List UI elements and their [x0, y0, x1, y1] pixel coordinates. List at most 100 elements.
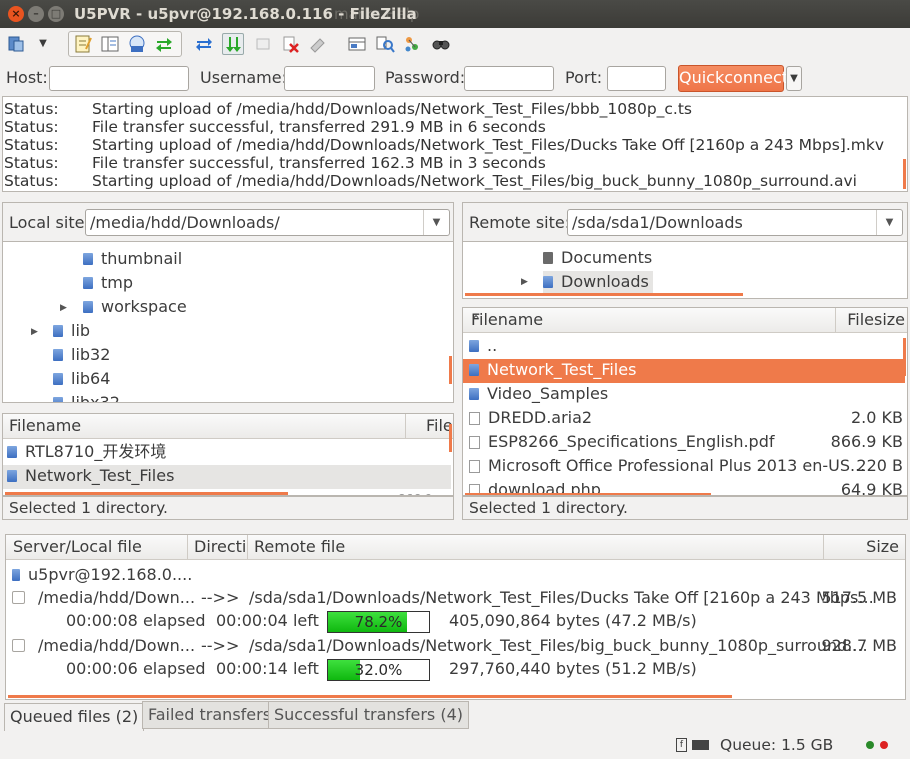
password-input[interactable] [464, 66, 554, 91]
local-file-list[interactable]: Filename File RTL8710_开发环境 Network_Test_… [2, 413, 454, 496]
password-label: Password: [385, 68, 466, 87]
tree-item-selected[interactable]: Downloads [543, 271, 653, 295]
expand-arrow-icon[interactable]: ▶ [31, 327, 38, 337]
send-led-icon [866, 741, 874, 749]
message-log[interactable]: Status: Starting upload of /media/hdd/Dow… [2, 96, 908, 192]
local-column-header: Filename File [3, 414, 453, 439]
log-row: Status: File transfer successful, transfe… [4, 154, 546, 172]
folder-icon [83, 301, 93, 313]
tree-item[interactable]: lib32 [53, 344, 110, 368]
col-remote[interactable]: Remote file [247, 535, 345, 559]
folder-icon [53, 373, 63, 385]
list-item[interactable]: Video_Samples [463, 383, 905, 407]
remote-file-list[interactable]: Filename ⌃ Filesize .. Network_Test_File… [462, 307, 908, 496]
col-server[interactable]: Server/Local file [13, 535, 142, 559]
local-status: Selected 1 directory. [2, 496, 454, 520]
chevron-down-icon[interactable]: ▼ [876, 210, 902, 235]
remote-site-combo[interactable]: /sda/sda1/Downloads ▼ [567, 209, 903, 236]
queue-server-row[interactable]: u5pvr@192.168.0.... [12, 564, 192, 586]
chevron-down-icon[interactable]: ▼ [423, 210, 449, 235]
file-icon [469, 460, 480, 473]
port-input[interactable] [607, 66, 666, 91]
queue-remote-file: /sda/sda1/Downloads/Network_Test_Files/b… [249, 636, 868, 655]
expand-arrow-icon[interactable]: ▶ [521, 277, 528, 287]
toggle-remote-tree-icon[interactable] [126, 33, 148, 55]
tree-item[interactable]: lib [53, 320, 90, 344]
dropdown-arrow-icon[interactable]: ▼ [32, 33, 54, 55]
remote-tree[interactable]: Documents ▶ Downloads [462, 241, 908, 299]
tree-item[interactable]: tmp [83, 272, 133, 296]
col-size[interactable]: Size [823, 535, 905, 559]
col-direction[interactable]: Directio [187, 535, 247, 559]
toggle-local-tree-icon[interactable] [99, 33, 121, 55]
refresh-icon[interactable] [193, 33, 215, 55]
filter-icon[interactable] [346, 33, 368, 55]
col-filesize[interactable]: Filesize [835, 308, 907, 332]
folder-icon [7, 470, 17, 482]
local-tree[interactable]: thumbnail tmp ▶ workspace ▶ lib lib32 li… [2, 241, 454, 403]
close-window-icon[interactable]: × [8, 6, 24, 22]
tree-item[interactable]: Documents [543, 247, 652, 271]
toggle-log-icon[interactable] [72, 33, 94, 55]
toggle-queue-icon[interactable] [153, 33, 175, 55]
queue-bytes: 297,760,440 bytes (51.2 MB/s) [449, 659, 697, 678]
queue-remote-file: /sda/sda1/Downloads/Network_Test_Files/D… [249, 588, 874, 607]
process-queue-icon[interactable] [222, 33, 244, 55]
host-input[interactable] [49, 66, 189, 91]
server-icon [12, 569, 20, 581]
local-site-label: Local site: [9, 213, 90, 232]
tree-item[interactable]: thumbnail [83, 248, 182, 272]
compare-icon[interactable] [374, 33, 396, 55]
minimize-window-icon[interactable]: – [28, 6, 44, 22]
sync-browse-icon[interactable] [401, 33, 423, 55]
list-item[interactable]: Microsoft Office Professional Plus 2013 … [463, 455, 905, 479]
site-manager-icon[interactable] [6, 33, 28, 55]
port-label: Port: [565, 68, 603, 87]
local-hscrollbar[interactable] [5, 492, 288, 495]
filter-status-icon[interactable]: f [676, 738, 687, 752]
list-item[interactable]: DREDD.aria2 2.0 KB [463, 407, 905, 431]
log-row: Status: Starting upload of /media/hdd/Dow… [4, 172, 857, 190]
log-scrollbar[interactable] [903, 159, 906, 189]
queue-bytes: 405,090,864 bytes (47.2 MB/s) [449, 611, 697, 630]
col-filesize[interactable]: File [405, 414, 453, 438]
remote-tree-hscrollbar[interactable] [465, 293, 743, 296]
reconnect-icon[interactable] [306, 33, 328, 55]
local-list-scrollbar[interactable] [449, 424, 452, 452]
tab-failed-transfers[interactable]: Failed transfers [142, 701, 278, 729]
tree-item[interactable]: lib64 [53, 368, 110, 392]
tab-queued-files[interactable]: Queued files (2) [4, 703, 145, 731]
local-tree-scrollbar[interactable] [449, 356, 452, 384]
tree-item[interactable]: libx32 [53, 392, 120, 402]
quickconnect-button[interactable]: Quickconnect [678, 65, 788, 92]
list-item-selected[interactable]: Network_Test_Files [3, 465, 451, 489]
remote-list-scrollbar[interactable] [903, 338, 906, 376]
folder-icon [83, 277, 93, 289]
disconnect-icon[interactable] [279, 33, 301, 55]
transfer-queue[interactable]: Server/Local file Directio Remote file S… [5, 534, 906, 700]
expand-arrow-icon[interactable]: ▶ [60, 303, 67, 313]
maximize-window-icon[interactable]: □ [48, 6, 64, 22]
search-icon[interactable] [430, 33, 452, 55]
local-site-combo[interactable]: /media/hdd/Downloads/ ▼ [85, 209, 450, 236]
encryption-icon[interactable] [692, 740, 709, 750]
queue-hscrollbar[interactable] [8, 695, 732, 698]
folder-icon [53, 349, 63, 361]
col-filename[interactable]: Filename [9, 414, 81, 438]
queue-item-checkbox[interactable] [12, 591, 25, 604]
folder-icon [469, 364, 479, 376]
quickconnect-dropdown-icon[interactable]: ▼ [786, 66, 802, 91]
local-site-path: /media/hdd/Downloads/ [90, 213, 280, 232]
username-input[interactable] [284, 66, 375, 91]
list-item[interactable]: RTL8710_开发环境 [3, 441, 451, 465]
log-row: Status: Starting upload of /media/hdd/Dow… [4, 100, 693, 118]
file-icon [469, 436, 480, 449]
tree-item[interactable]: workspace [83, 296, 187, 320]
list-item[interactable]: .. [463, 335, 905, 359]
list-item-selected[interactable]: Network_Test_Files [463, 359, 905, 383]
tab-successful-transfers[interactable]: Successful transfers (4) [268, 701, 469, 729]
list-item[interactable]: ESP8266_Specifications_English.pdf 866.9 … [463, 431, 905, 455]
cancel-icon[interactable] [252, 33, 274, 55]
folder-icon [53, 397, 63, 402]
queue-item-checkbox[interactable] [12, 639, 25, 652]
